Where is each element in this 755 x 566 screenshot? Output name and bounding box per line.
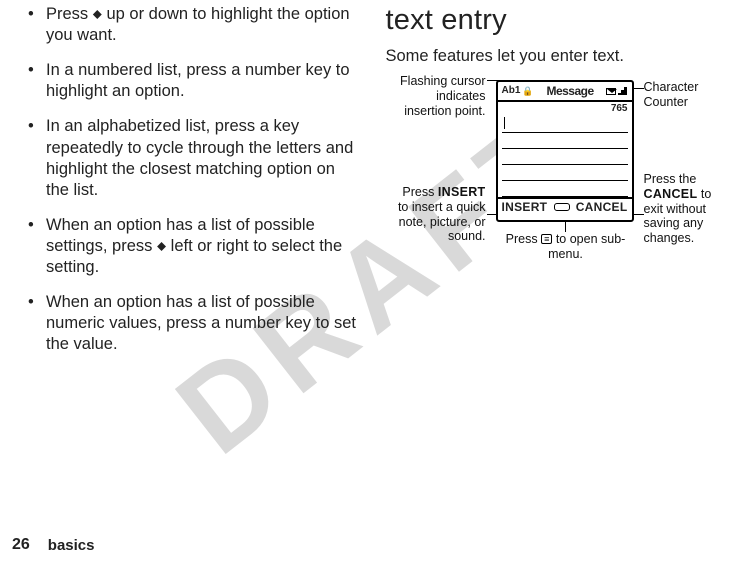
text-entry-diagram: Flashing cursor indicates insertion poin…	[386, 76, 728, 306]
softkey-bar: INSERT CANCEL	[498, 197, 632, 215]
signal-icon	[618, 87, 627, 95]
right-column: text entry Some features let you enter t…	[378, 4, 728, 495]
callout-counter: Character Counter	[644, 80, 724, 110]
section-heading: text entry	[386, 4, 728, 37]
footer-section: basics	[48, 537, 95, 554]
leader-line	[634, 214, 644, 215]
callout-text: Press	[506, 232, 541, 246]
callout-text: Press	[402, 185, 437, 199]
text-fragment: When an option has a list of possible nu…	[46, 293, 356, 353]
text-fragment: In an alphabetized list, press a key rep…	[46, 117, 353, 198]
callout-insert: Press INSERT to insert a quick note, pic…	[386, 185, 486, 244]
phone-statusbar: Ab1🔒 Message	[498, 82, 632, 102]
intro-text: Some features let you enter text.	[386, 47, 728, 66]
callout-text: Press the	[644, 172, 697, 186]
text-line	[502, 149, 628, 165]
text-fragment: In a numbered list, press a number key t…	[46, 61, 350, 100]
screen-title: Message	[546, 84, 593, 98]
key-label: INSERT	[438, 185, 486, 199]
menu-softkey-icon	[554, 203, 570, 211]
callout-text: to open sub-menu.	[548, 232, 625, 261]
page-body: Press ⬥ up or down to highlight the opti…	[0, 0, 755, 495]
bullet-item: Press ⬥ up or down to highlight the opti…	[28, 4, 358, 46]
page-number: 26	[12, 536, 30, 554]
callout-text: Flashing cursor indicates insertion poin…	[400, 74, 485, 118]
text-line	[502, 181, 628, 197]
bullet-item: In a numbered list, press a number key t…	[28, 60, 358, 102]
char-counter: 765	[611, 103, 628, 115]
status-right	[606, 87, 627, 95]
page-footer: 26 basics	[0, 536, 95, 554]
bullet-item: When an option has a list of possible se…	[28, 215, 358, 278]
leader-line	[565, 222, 566, 232]
status-left: Ab1🔒	[502, 85, 534, 97]
nav-key-icon: ⬥	[93, 6, 102, 23]
envelope-icon	[606, 88, 616, 95]
text-line	[502, 117, 628, 133]
text-line	[502, 165, 628, 181]
text-cursor	[504, 117, 506, 129]
callout-cancel: Press the CANCEL to exit without saving …	[644, 172, 734, 246]
callout-text: to insert a quick note, picture, or soun…	[398, 200, 486, 244]
phone-screen: Ab1🔒 Message 765	[496, 80, 634, 222]
mode-indicator: Ab1	[502, 85, 521, 97]
left-column: Press ⬥ up or down to highlight the opti…	[28, 4, 378, 495]
softkey-right: CANCEL	[576, 200, 628, 214]
softkey-left: INSERT	[502, 200, 548, 214]
callout-cursor: Flashing cursor indicates insertion poin…	[386, 74, 486, 118]
callout-text: Character Counter	[644, 80, 699, 109]
text-line	[502, 133, 628, 149]
nav-key-icon: ⬥	[157, 238, 166, 255]
key-label: CANCEL	[644, 187, 698, 201]
menu-key-icon: ≡	[541, 234, 552, 244]
text-area	[498, 115, 632, 197]
bullet-list: Press ⬥ up or down to highlight the opti…	[28, 4, 358, 356]
bullet-item: In an alphabetized list, press a key rep…	[28, 116, 358, 200]
char-counter-row: 765	[498, 102, 632, 115]
leader-line	[634, 88, 644, 89]
callout-menu: Press ≡ to open sub-menu.	[501, 232, 631, 262]
lock-icon: 🔒	[522, 86, 533, 97]
bullet-item: When an option has a list of possible nu…	[28, 292, 358, 355]
text-fragment: Press	[46, 5, 93, 23]
